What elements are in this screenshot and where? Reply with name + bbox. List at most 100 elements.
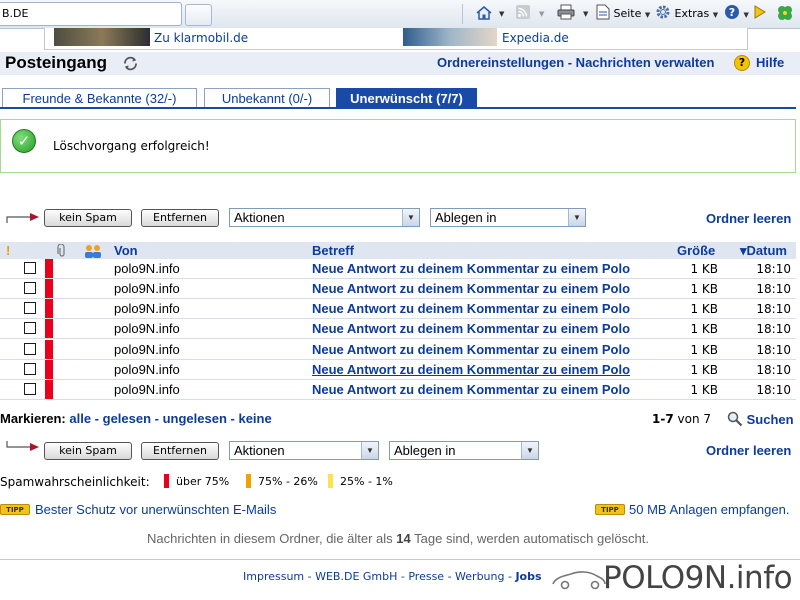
row-date: 18:10 xyxy=(756,322,791,336)
actions-select-bottom[interactable]: Aktionen ▼ xyxy=(229,441,379,460)
home-button[interactable] xyxy=(475,4,493,24)
row-subject-link[interactable]: Neue Antwort zu deinem Kommentar zu eine… xyxy=(312,261,630,276)
tab-spam-label: Unerwünscht (7/7) xyxy=(350,91,463,106)
mark-unread-link[interactable]: ungelesen xyxy=(163,411,227,426)
row-from: polo9N.info xyxy=(114,281,180,296)
table-row[interactable]: polo9N.info Neue Antwort zu deinem Komme… xyxy=(0,319,796,339)
arrow-right-icon xyxy=(754,5,766,19)
chevron-down-icon: ▼ xyxy=(521,442,538,459)
row-subject-link[interactable]: Neue Antwort zu deinem Kommentar zu eine… xyxy=(312,281,630,296)
browser-tab[interactable]: B.DE xyxy=(0,2,182,26)
not-spam-button-bottom[interactable]: kein Spam xyxy=(44,442,132,460)
attachment-column-icon[interactable] xyxy=(57,244,67,258)
print-dropdown-icon[interactable]: ▼ xyxy=(583,4,588,24)
table-row[interactable]: polo9N.info Neue Antwort zu deinem Komme… xyxy=(0,340,796,360)
page-icon xyxy=(596,4,610,20)
watermark-text: POLO9N.info xyxy=(603,560,793,596)
tab-friends[interactable]: Freunde & Bekannte (32/-) xyxy=(2,88,197,108)
tab-spam[interactable]: Unerwünscht (7/7) xyxy=(336,88,477,108)
row-checkbox[interactable] xyxy=(24,262,36,274)
table-row[interactable]: polo9N.info Neue Antwort zu deinem Komme… xyxy=(0,279,796,299)
feeds-dropdown-icon[interactable]: ▼ xyxy=(539,4,544,24)
row-subject-link[interactable]: Neue Antwort zu deinem Kommentar zu eine… xyxy=(312,342,630,357)
mark-all-link[interactable]: alle xyxy=(69,411,91,426)
tip-spam-protection-link[interactable]: Bester Schutz vor unerwünschten E-Mails xyxy=(35,502,276,517)
row-subject-link[interactable]: Neue Antwort zu deinem Kommentar zu eine… xyxy=(312,321,630,336)
footer-sep: - xyxy=(397,570,409,583)
footer-werbung-link[interactable]: Werbung xyxy=(455,570,504,583)
row-from: polo9N.info xyxy=(114,301,180,316)
extras-dropdown-icon: ▼ xyxy=(712,11,719,19)
research-button[interactable] xyxy=(752,4,768,24)
table-row[interactable]: polo9N.info Neue Antwort zu deinem Komme… xyxy=(0,380,796,400)
help-icon[interactable]: ? xyxy=(734,55,750,71)
expedia-ad-link[interactable]: Expedia.de xyxy=(502,31,569,45)
file-in-select[interactable]: Ablegen in ▼ xyxy=(430,208,586,227)
success-message: Löschvorgang erfolgreich! xyxy=(53,139,210,153)
pager: 1-7 von 7 xyxy=(652,412,711,426)
table-row[interactable]: polo9N.info Neue Antwort zu deinem Komme… xyxy=(0,259,796,279)
mark-sep: - xyxy=(151,411,163,426)
tab-unknown[interactable]: Unbekannt (0/-) xyxy=(204,88,330,108)
row-checkbox[interactable] xyxy=(24,302,36,314)
footer-company-link[interactable]: WEB.DE GmbH xyxy=(315,570,397,583)
spam-mid-label: 75% - 26% xyxy=(258,475,318,488)
row-checkbox[interactable] xyxy=(24,363,36,375)
spam-indicator xyxy=(45,340,53,359)
page-menu[interactable]: Seite ▼ xyxy=(596,4,650,24)
row-checkbox[interactable] xyxy=(24,322,36,334)
chevron-down-icon: ▼ xyxy=(361,442,378,459)
row-subject-link[interactable]: Neue Antwort zu deinem Kommentar zu eine… xyxy=(312,362,630,377)
folder-settings-link[interactable]: Ordnereinstellungen - Nachrichten verwal… xyxy=(437,55,714,70)
priority-column-icon[interactable]: ! xyxy=(6,243,10,258)
row-size: 1 KB xyxy=(690,282,718,296)
search-button[interactable]: Suchen xyxy=(727,411,794,427)
new-tab-button[interactable] xyxy=(185,4,212,26)
row-checkbox[interactable] xyxy=(24,282,36,294)
addon-button[interactable] xyxy=(776,4,794,24)
subject-column-header[interactable]: Betreff xyxy=(312,243,354,258)
help-menu-button[interactable]: ? ▼ xyxy=(724,4,749,24)
klarmobil-ad-link[interactable]: Zu klarmobil.de xyxy=(154,31,248,45)
tip-attachments-link[interactable]: 50 MB Anlagen empfangen. xyxy=(629,502,789,517)
svg-text:?: ? xyxy=(729,6,735,19)
footer-impressum-link[interactable]: Impressum xyxy=(243,570,304,583)
empty-folder-link-bottom[interactable]: Ordner leeren xyxy=(706,443,791,458)
remove-button[interactable]: Entfernen xyxy=(141,209,219,227)
search-label: Suchen xyxy=(746,412,794,427)
row-subject-link[interactable]: Neue Antwort zu deinem Kommentar zu eine… xyxy=(312,301,630,316)
footer-jobs-link[interactable]: Jobs xyxy=(515,570,541,583)
contacts-column-icon[interactable] xyxy=(84,244,102,258)
tipp-badge: TIPP xyxy=(0,504,30,515)
expedia-ad-image[interactable] xyxy=(403,28,497,46)
not-spam-button[interactable]: kein Spam xyxy=(44,209,132,227)
mark-label: Markieren: xyxy=(0,411,66,426)
remove-button-bottom[interactable]: Entfernen xyxy=(141,442,219,460)
help-link[interactable]: Hilfe xyxy=(756,55,784,70)
table-row[interactable]: polo9N.info Neue Antwort zu deinem Komme… xyxy=(0,360,796,380)
mark-read-link[interactable]: gelesen xyxy=(103,411,151,426)
mark-none-link[interactable]: keine xyxy=(238,411,271,426)
spam-indicator xyxy=(45,360,53,379)
from-column-header[interactable]: Von xyxy=(114,243,138,258)
row-from: polo9N.info xyxy=(114,362,180,377)
file-in-select-bottom[interactable]: Ablegen in ▼ xyxy=(389,441,539,460)
size-column-header[interactable]: Größe xyxy=(677,243,715,258)
home-dropdown-icon[interactable]: ▼ xyxy=(499,4,504,24)
spam-indicator xyxy=(45,299,53,318)
row-subject-link[interactable]: Neue Antwort zu deinem Kommentar zu eine… xyxy=(312,382,630,397)
actions-select[interactable]: Aktionen ▼ xyxy=(229,208,420,227)
footer-presse-link[interactable]: Presse xyxy=(408,570,444,583)
date-column-header[interactable]: ▾Datum xyxy=(740,243,787,259)
empty-folder-link[interactable]: Ordner leeren xyxy=(706,211,791,226)
table-row[interactable]: polo9N.info Neue Antwort zu deinem Komme… xyxy=(0,299,796,319)
row-from: polo9N.info xyxy=(114,321,180,336)
extras-menu[interactable]: Extras ▼ xyxy=(655,4,718,24)
refresh-icon xyxy=(124,56,137,71)
row-checkbox[interactable] xyxy=(24,383,36,395)
print-button[interactable] xyxy=(557,4,575,24)
row-checkbox[interactable] xyxy=(24,343,36,355)
feeds-button[interactable] xyxy=(515,4,531,24)
refresh-button[interactable] xyxy=(122,55,139,75)
klarmobil-ad-image[interactable] xyxy=(54,28,150,46)
